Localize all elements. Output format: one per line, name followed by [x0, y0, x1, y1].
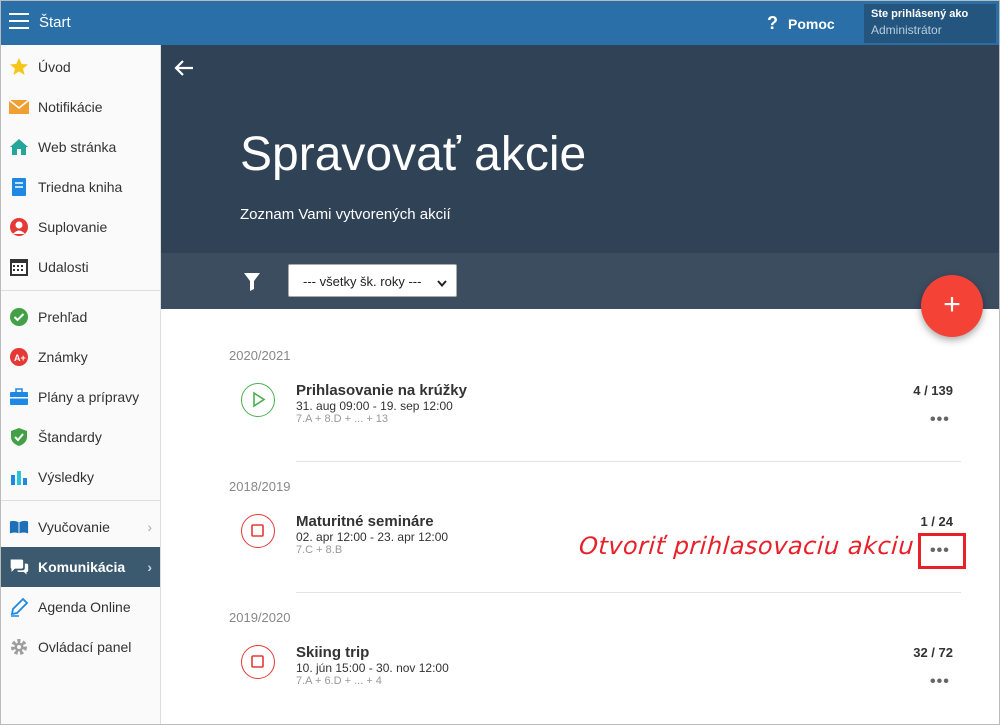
sidebar-item-uvod[interactable]: Úvod	[1, 47, 160, 87]
substitute-icon	[9, 217, 29, 237]
sidebar-item-label: Triedna kniha	[38, 179, 123, 195]
filter-icon[interactable]	[244, 273, 260, 291]
sidebar-item-label: Komunikácia	[38, 559, 126, 575]
stop-icon[interactable]	[241, 645, 275, 679]
tutorial-annotation: Otvoriť prihlasovaciu akciu	[578, 532, 916, 560]
sidebar-item-notifikacie[interactable]: Notifikácie	[1, 87, 160, 127]
divider	[296, 461, 961, 462]
school-year-select[interactable]: --- všetky šk. roky ---	[288, 264, 457, 297]
school-year-heading: 2018/2019	[229, 479, 291, 494]
sidebar-item-label: Web stránka	[38, 139, 117, 155]
sidebar-item-suplovanie[interactable]: Suplovanie	[1, 207, 160, 247]
check-circle-icon	[9, 307, 29, 327]
sidebar-item-label: Ovládací panel	[38, 639, 132, 655]
start-link[interactable]: Štart	[39, 14, 71, 31]
filter-bar: --- všetky šk. roky ---	[161, 253, 999, 309]
sidebar-item-vyucovanie[interactable]: Vyučovanie ›	[1, 507, 160, 547]
sidebar-item-label: Výsledky	[38, 469, 95, 485]
sidebar-item-label: Plány a prípravy	[38, 389, 140, 405]
sidebar-item-label: Notifikácie	[38, 99, 103, 115]
grade-icon: A+	[9, 347, 29, 367]
sidebar: Úvod Notifikácie Web stránka Triedna kni…	[1, 45, 161, 724]
sidebar-item-label: Udalosti	[38, 259, 89, 275]
event-signup-count: 32 / 72	[913, 645, 953, 660]
divider	[296, 592, 961, 593]
sidebar-item-label: Agenda Online	[38, 599, 131, 615]
more-options-icon[interactable]: •••	[930, 673, 950, 691]
add-event-button[interactable]: +	[921, 275, 983, 337]
back-arrow-icon[interactable]	[173, 57, 195, 79]
sidebar-item-standardy[interactable]: Štandardy	[1, 417, 160, 457]
play-icon[interactable]	[241, 383, 275, 417]
page-subtitle: Zoznam Vami vytvorených akcií	[240, 206, 451, 223]
event-title[interactable]: Prihlasovanie na krúžky	[296, 382, 467, 399]
sidebar-item-udalosti[interactable]: Udalosti	[1, 247, 160, 287]
question-icon: ?	[767, 13, 778, 33]
app-window: Štart ? Pomoc Ste prihlásený ako Adminis…	[0, 0, 1000, 725]
calendar-icon	[9, 257, 29, 277]
user-info[interactable]: Ste prihlásený ako Administrátor	[864, 4, 996, 43]
chat-icon	[9, 557, 29, 577]
event-dates: 10. jún 15:00 - 30. nov 12:00	[296, 661, 449, 675]
hamburger-menu-icon[interactable]	[9, 13, 29, 31]
shield-check-icon	[9, 427, 29, 447]
chevron-right-icon: ›	[147, 559, 152, 575]
event-classes: 7.A + 6.D + ... + 4	[296, 675, 382, 687]
sidebar-item-label: Vyučovanie	[38, 519, 110, 535]
event-classes: 7.A + 8.D + ... + 13	[296, 413, 389, 425]
stop-icon[interactable]	[241, 514, 275, 548]
svg-text:A+: A+	[14, 353, 26, 363]
sidebar-item-vysledky[interactable]: Výsledky	[1, 457, 160, 497]
page-header: Spravovať akcie Zoznam Vami vytvorených …	[161, 45, 999, 253]
annotation-highlight-box	[918, 533, 966, 569]
top-bar: Štart ? Pomoc Ste prihlásený ako Adminis…	[1, 1, 999, 45]
event-classes: 7.C + 8.B	[296, 544, 343, 556]
event-dates: 02. apr 12:00 - 23. apr 12:00	[296, 530, 449, 544]
sidebar-item-web-stranka[interactable]: Web stránka	[1, 127, 160, 167]
briefcase-icon	[9, 387, 29, 407]
sidebar-item-komunikacia[interactable]: Komunikácia ›	[1, 547, 160, 587]
envelope-icon	[9, 97, 29, 117]
chevron-right-icon: ›	[147, 519, 152, 535]
page-title: Spravovať akcie	[240, 128, 587, 181]
school-year-select-value: --- všetky šk. roky ---	[303, 274, 422, 289]
bar-chart-icon	[9, 467, 29, 487]
more-options-icon[interactable]: •••	[930, 411, 950, 429]
sidebar-item-label: Úvod	[38, 59, 71, 75]
event-signup-count: 4 / 139	[913, 383, 953, 398]
user-role: Administrátor	[871, 23, 942, 37]
sidebar-item-plany-a-pripravy[interactable]: Plány a prípravy	[1, 377, 160, 417]
event-signup-count: 1 / 24	[920, 514, 953, 529]
user-logged-in-label: Ste prihlásený ako	[871, 8, 969, 20]
sidebar-divider	[1, 500, 160, 501]
event-dates: 31. aug 09:00 - 19. sep 12:00	[296, 399, 453, 413]
sidebar-item-label: Prehľad	[38, 309, 88, 325]
book-icon	[9, 177, 29, 197]
event-title[interactable]: Skiing trip	[296, 644, 369, 661]
event-title[interactable]: Maturitné semináre	[296, 513, 434, 530]
home-icon	[9, 137, 29, 157]
gear-icon	[9, 637, 29, 657]
sidebar-item-agenda-online[interactable]: Agenda Online	[1, 587, 160, 627]
sidebar-item-prehlad[interactable]: Prehľad	[1, 297, 160, 337]
sidebar-item-label: Štandardy	[38, 429, 102, 445]
star-icon	[9, 57, 29, 77]
pen-icon	[9, 597, 29, 617]
help-label: Pomoc	[788, 15, 835, 32]
sidebar-item-ovladaci-panel[interactable]: Ovládací panel	[1, 627, 160, 667]
sidebar-item-label: Známky	[38, 349, 88, 365]
sidebar-item-triedna-kniha[interactable]: Triedna kniha	[1, 167, 160, 207]
school-year-heading: 2019/2020	[229, 610, 291, 625]
chevron-down-icon	[437, 275, 447, 290]
sidebar-divider	[1, 290, 160, 291]
open-book-icon	[9, 517, 29, 537]
sidebar-item-znamky[interactable]: A+ Známky	[1, 337, 160, 377]
help-button[interactable]: ? Pomoc	[767, 13, 835, 34]
school-year-heading: 2020/2021	[229, 348, 291, 363]
sidebar-item-label: Suplovanie	[38, 219, 108, 235]
